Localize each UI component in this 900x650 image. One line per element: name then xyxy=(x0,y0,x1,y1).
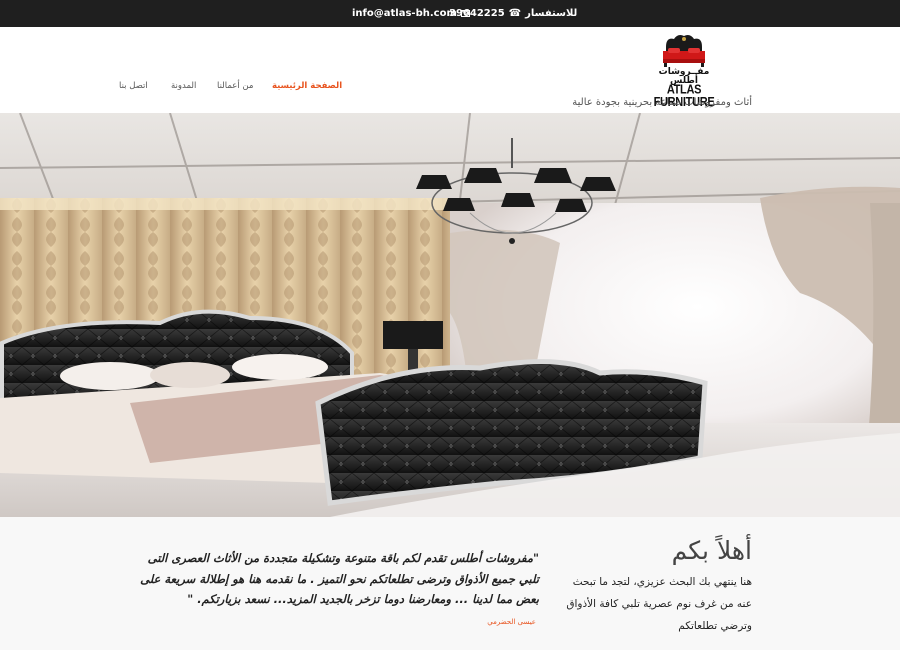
nav-home[interactable]: الصفحة الرئيسية xyxy=(272,81,342,91)
bed-logo-icon xyxy=(663,35,705,67)
bedroom-photo xyxy=(0,113,900,517)
site-tagline: أثاث ومفروشات صناعة بحرينية بجودة عالية xyxy=(572,97,752,108)
contact-top-bar: info@atlas-bh.com 39642225 ☎ للاستفسار xyxy=(0,0,900,27)
nav-contact[interactable]: اتصل بنا xyxy=(119,81,148,91)
welcome-heading: أهلاً بكم xyxy=(671,536,752,565)
welcome-paragraph: هنا ينتهي بك البحث عزيزي، لتجد ما تبحث ع… xyxy=(566,576,752,632)
phone-contact[interactable]: 39642225 ☎ للاستفسار xyxy=(449,8,577,19)
phone-icon: ☎ xyxy=(508,7,522,19)
nav-blog[interactable]: المدونة xyxy=(171,81,196,91)
hero-image xyxy=(0,113,900,517)
phone-label: للاستفسار xyxy=(525,8,578,19)
intro-section: أهلاً بكم هنا ينتهي بك البحث عزيزي، لتجد… xyxy=(0,517,900,650)
quote-author: عيسى الحضرمي xyxy=(487,618,536,626)
phone-number[interactable]: 39642225 xyxy=(449,8,505,19)
site-header: مفــروشات أطلس ATLAS FURNITURE أثاث ومفر… xyxy=(0,27,900,114)
email-address[interactable]: info@atlas-bh.com xyxy=(352,8,457,19)
quote-paragraph: "مفروشات أطلس تقدم لكم باقة متنوعة وتشكي… xyxy=(140,551,539,606)
nav-our-work[interactable]: من أعمالنا xyxy=(217,81,253,91)
site-logo[interactable]: مفــروشات أطلس ATLAS FURNITURE xyxy=(648,33,720,109)
